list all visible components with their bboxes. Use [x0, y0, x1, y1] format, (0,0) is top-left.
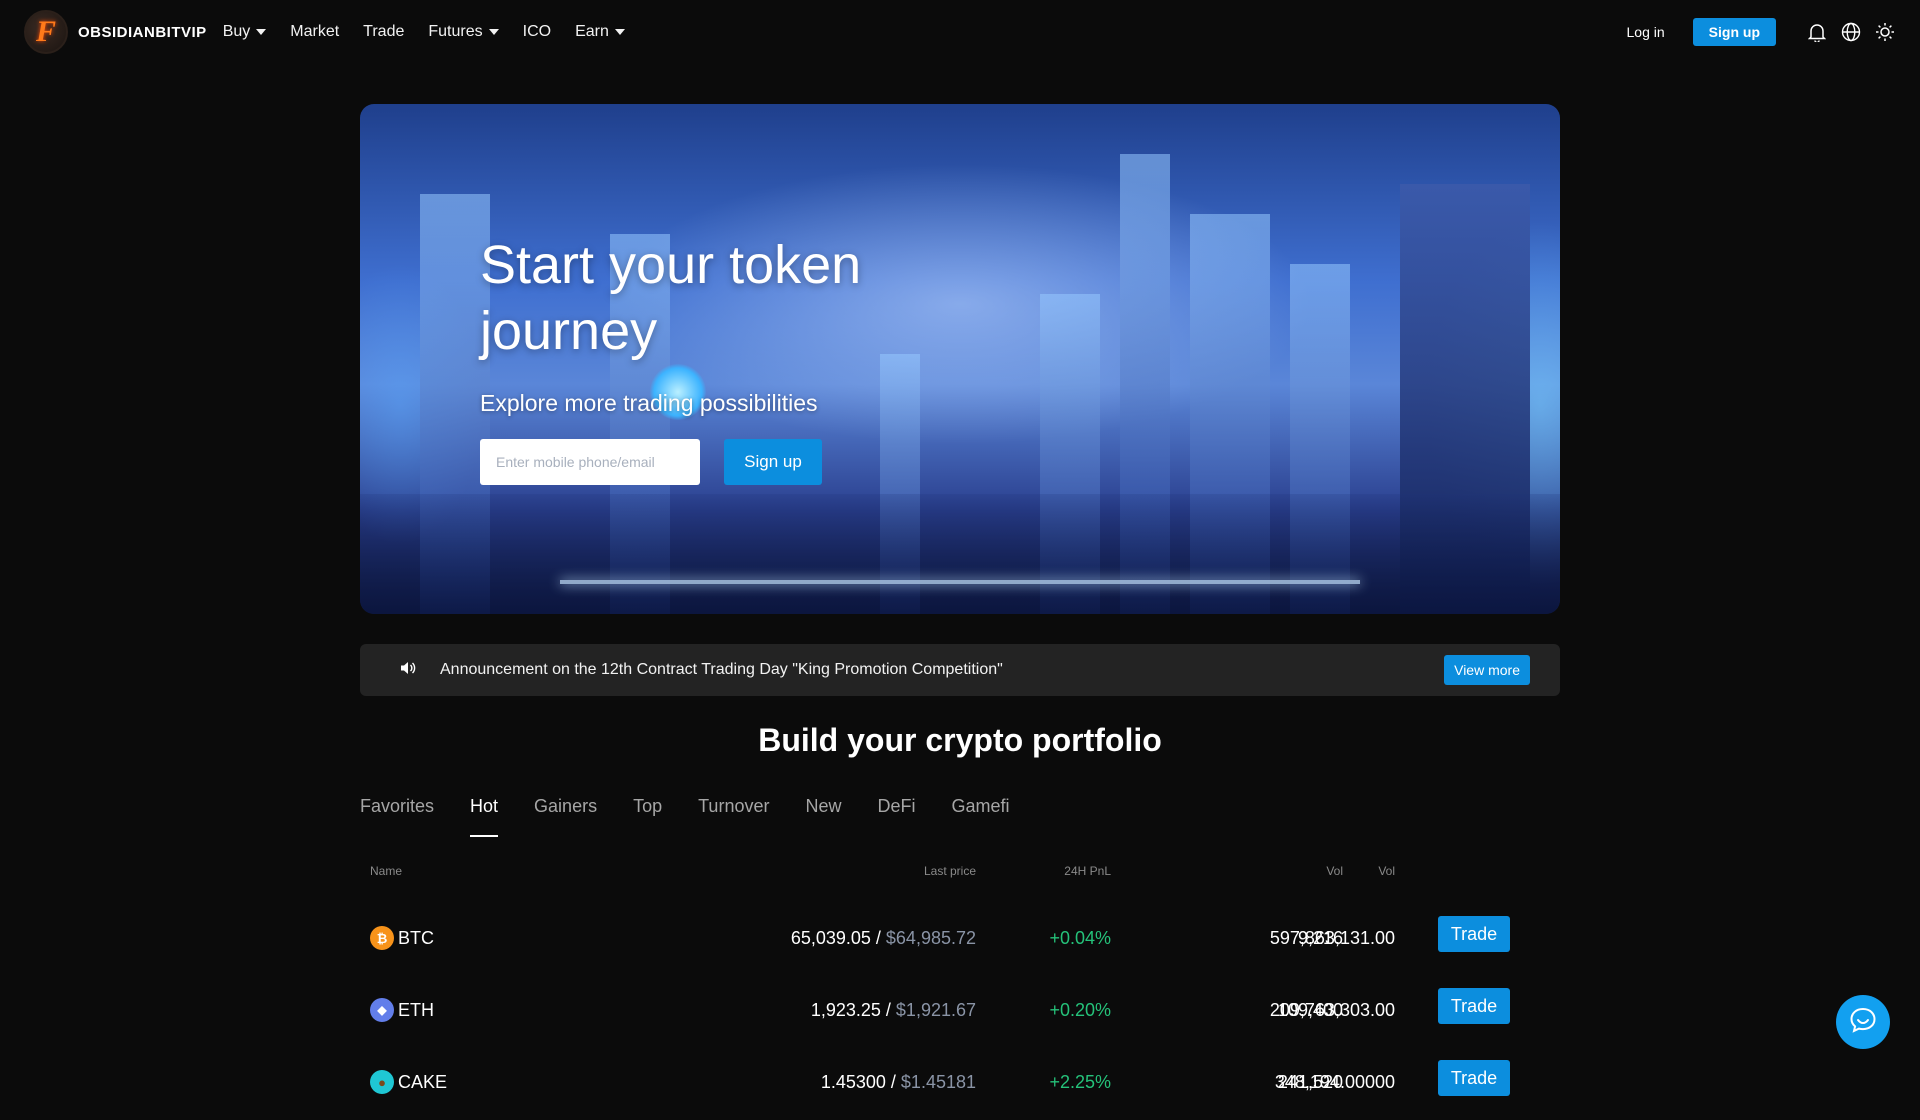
- column-header-name: Name: [370, 864, 403, 878]
- announcement-text[interactable]: Announcement on the 12th Contract Tradin…: [440, 661, 1003, 679]
- last-price-cell: 1,923.25 / $1,921.67: [810, 1000, 976, 1020]
- coin-name-cell: ◆ ETH: [370, 998, 434, 1022]
- phone-email-input[interactable]: [480, 439, 700, 485]
- turnover-text: 597,863,131.00: [1269, 928, 1395, 948]
- speaker-icon: [400, 660, 416, 681]
- trade-button[interactable]: Trade: [1438, 1060, 1510, 1096]
- chat-bubble-icon: [1848, 1005, 1878, 1040]
- last-price-usd: $1.45181: [900, 1072, 976, 1092]
- turnover-text: 348,194.00000: [1274, 1072, 1395, 1092]
- turnover-value: 209,763,303.00: [1270, 1000, 1395, 1021]
- turnover-value: 597,863,131.00: [1270, 928, 1395, 949]
- table-row[interactable]: ● CAKE 1.45300 / $1.45181 +2.25% 241,520…: [360, 1048, 1560, 1120]
- pnl-value: +0.04%: [1049, 928, 1111, 948]
- bitcoin-icon: ₿: [370, 926, 394, 950]
- sun-icon[interactable]: [1874, 21, 1896, 43]
- coin-name-cell: ₿ BTC: [370, 926, 434, 950]
- bell-icon[interactable]: [1806, 21, 1828, 43]
- globe-icon[interactable]: [1840, 21, 1862, 43]
- table-row[interactable]: ₿ BTC 65,039.05 / $64,985.72 +0.04% 9,21…: [360, 904, 1560, 976]
- menu-market-label: Market: [290, 23, 340, 40]
- hero-title: Start your token journey: [480, 235, 862, 361]
- tab-gamefi[interactable]: Gamefi: [952, 796, 1010, 837]
- market-tabs: Favorites Hot Gainers Top Turnover New D…: [360, 796, 1046, 837]
- menu-ico-label: ICO: [522, 23, 552, 40]
- chevron-down-icon: [256, 29, 267, 35]
- ethereum-icon: ◆: [370, 998, 394, 1022]
- menu-buy[interactable]: Buy: [223, 23, 267, 41]
- menu-buy-label: Buy: [222, 23, 251, 40]
- column-header-pnl: 24H PnL: [1064, 864, 1111, 878]
- main-menu: Buy Market Trade Futures ICO Earn: [223, 23, 649, 41]
- pancakeswap-icon: ●: [370, 1070, 394, 1094]
- pnl-value: +2.25%: [1049, 1072, 1111, 1092]
- column-header-last-price: Last price: [923, 864, 976, 878]
- logo-letter: F: [35, 15, 56, 48]
- menu-futures-label: Futures: [428, 23, 483, 40]
- tab-turnover[interactable]: Turnover: [698, 796, 769, 837]
- hero-rail: [560, 580, 1360, 584]
- menu-trade-label: Trade: [363, 23, 405, 40]
- hero-banner: Start your token journey Explore more tr…: [360, 104, 1560, 614]
- menu-earn[interactable]: Earn: [575, 23, 625, 41]
- brand-name[interactable]: OBSIDIANBITVIP: [78, 24, 207, 41]
- tab-favorites[interactable]: Favorites: [360, 796, 434, 837]
- portfolio-title: Build your crypto portfolio: [758, 722, 1162, 758]
- hero-signup-form: Sign up: [480, 439, 920, 485]
- last-price: 1.45300: [820, 1072, 886, 1092]
- menu-earn-label: Earn: [575, 23, 609, 40]
- coin-symbol: BTC: [398, 927, 434, 948]
- tab-gainers[interactable]: Gainers: [534, 796, 597, 837]
- tab-hot[interactable]: Hot: [470, 796, 499, 837]
- tab-top[interactable]: Top: [633, 796, 662, 837]
- chevron-down-icon: [488, 29, 499, 35]
- nav-right: Log in Sign up: [1627, 18, 1896, 46]
- tab-defi[interactable]: DeFi: [877, 796, 915, 837]
- coin-symbol: ETH: [398, 999, 434, 1020]
- announcement-bar: Announcement on the 12th Contract Tradin…: [360, 644, 1560, 696]
- hero-subtitle: Explore more trading possibilities: [480, 390, 818, 416]
- trade-button[interactable]: Trade: [1438, 916, 1510, 952]
- trade-button[interactable]: Trade: [1438, 988, 1510, 1024]
- last-price-cell: 1.45300 / $1.45181: [820, 1072, 976, 1092]
- pnl-value: +0.20%: [1049, 1000, 1111, 1020]
- last-price-usd: $1,921.67: [895, 1000, 976, 1020]
- hero-signup-button[interactable]: Sign up: [724, 439, 822, 485]
- chat-support-button[interactable]: [1836, 995, 1890, 1049]
- signup-button[interactable]: Sign up: [1692, 18, 1776, 46]
- menu-ico[interactable]: ICO: [523, 23, 551, 41]
- hero-floor: [360, 494, 1560, 614]
- menu-trade[interactable]: Trade: [363, 23, 404, 41]
- column-header-vol-2: Vol: [1378, 864, 1395, 878]
- turnover-value: 348,194.00000: [1275, 1072, 1395, 1093]
- last-price: 65,039.05: [790, 928, 871, 948]
- last-price-usd: $64,985.72: [885, 928, 976, 948]
- chevron-down-icon: [614, 29, 625, 35]
- last-price-cell: 65,039.05 / $64,985.72: [790, 928, 976, 948]
- table-row[interactable]: ◆ ETH 1,923.25 / $1,921.67 +0.20% 109,40…: [360, 976, 1560, 1048]
- turnover-text: 209,763,303.00: [1269, 1000, 1395, 1020]
- login-link[interactable]: Log in: [1627, 24, 1665, 40]
- coin-name-cell: ● CAKE: [370, 1070, 447, 1094]
- menu-futures[interactable]: Futures: [428, 23, 499, 41]
- brand-logo[interactable]: F: [24, 10, 68, 54]
- last-price: 1,923.25: [810, 1000, 881, 1020]
- top-navbar: F OBSIDIANBITVIP Buy Market Trade Future…: [0, 0, 1920, 64]
- hero-content: Start your token journey Explore more tr…: [480, 232, 920, 485]
- tab-new[interactable]: New: [805, 796, 841, 837]
- column-header-vol: Vol: [1326, 864, 1343, 878]
- coin-symbol: CAKE: [398, 1071, 448, 1092]
- view-more-button[interactable]: View more: [1444, 655, 1530, 685]
- menu-market[interactable]: Market: [290, 23, 339, 41]
